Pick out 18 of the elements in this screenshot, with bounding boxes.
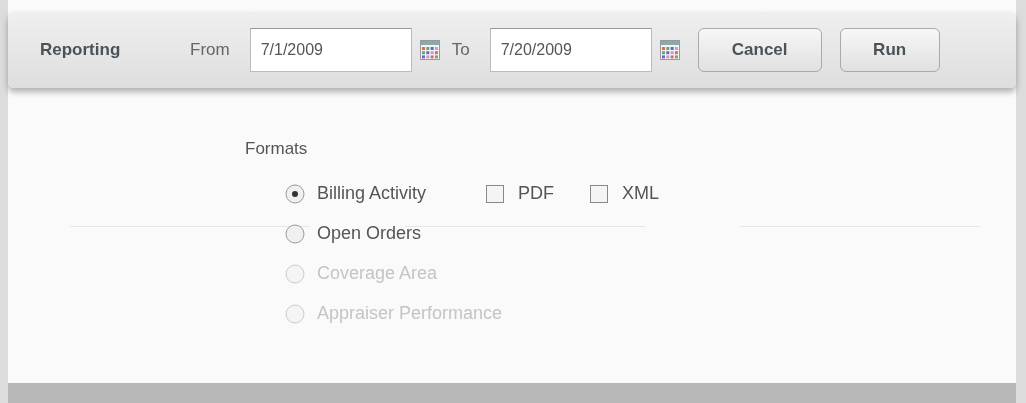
calendar-icon[interactable] bbox=[419, 40, 440, 60]
radio-button[interactable] bbox=[285, 183, 305, 204]
checkbox[interactable] bbox=[486, 184, 505, 203]
format-option-label: PDF bbox=[518, 182, 555, 205]
report-option-label: Billing Activity bbox=[317, 182, 427, 205]
format-option-label: XML bbox=[622, 182, 660, 205]
cancel-button[interactable]: Cancel bbox=[697, 28, 822, 72]
formats-heading: Formats bbox=[245, 138, 309, 160]
radio-button[interactable] bbox=[285, 223, 305, 244]
calendar-icon[interactable] bbox=[659, 40, 680, 60]
to-label: To bbox=[451, 39, 470, 62]
report-option-label: Open Orders bbox=[317, 222, 422, 245]
report-title: Reporting bbox=[40, 39, 122, 62]
to-date-field[interactable]: 7/20/2009 bbox=[489, 28, 652, 72]
from-date-field[interactable]: 7/1/2009 bbox=[249, 28, 412, 72]
run-button[interactable]: Run bbox=[839, 28, 940, 72]
from-label: From bbox=[190, 39, 230, 62]
checkbox[interactable] bbox=[590, 184, 609, 203]
